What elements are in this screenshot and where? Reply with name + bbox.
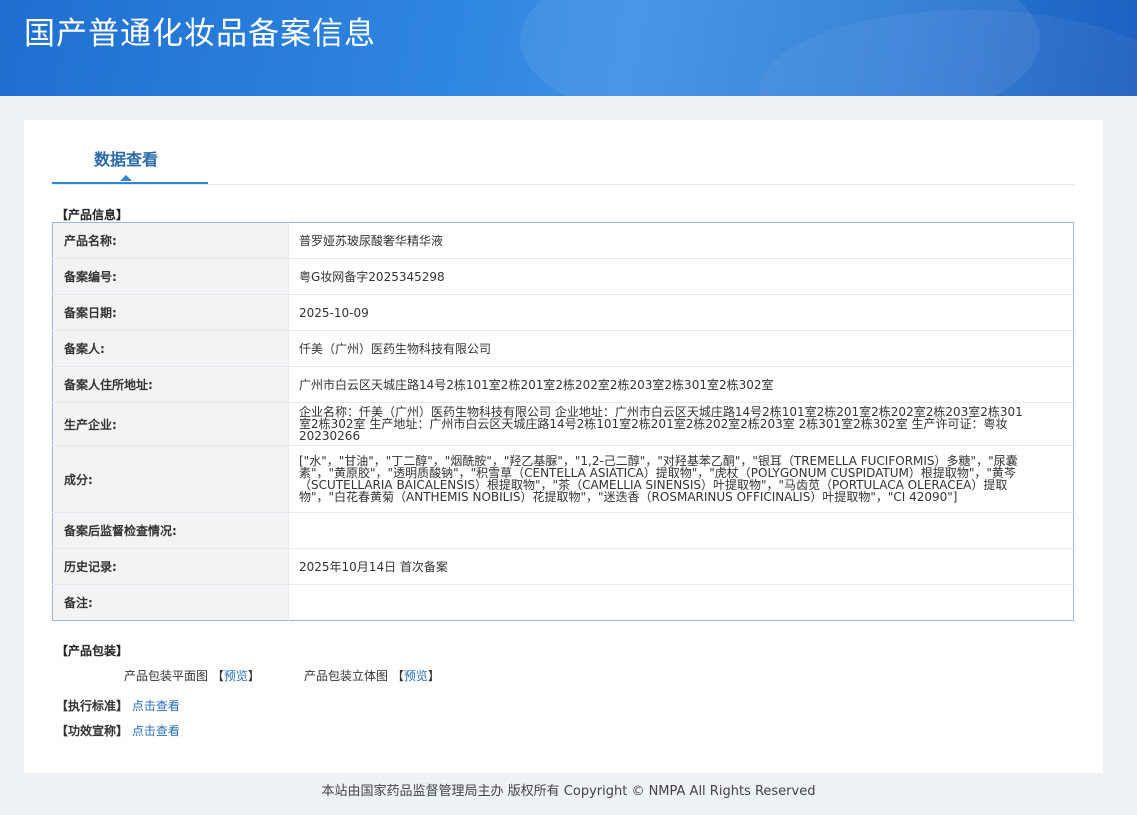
bracket-close: 】 [427, 669, 440, 683]
tab-data-view[interactable]: 数据查看 [52, 120, 208, 184]
package-solid-item: 产品包装立体图 【预览】 [304, 667, 440, 684]
bracket-close: 】 [247, 669, 260, 683]
field-label: 产品名称: [52, 222, 289, 259]
product-info-table: 产品名称: 普罗娅苏玻尿酸奢华精华液 备案编号: 粤G妆网备字202534529… [52, 222, 1074, 621]
table-row: 备案日期: 2025-10-09 [52, 294, 1074, 331]
table-row: 备案后监督检查情况: [52, 512, 1074, 549]
field-label: 成分: [52, 445, 289, 513]
efficacy-row: 【功效宣称】 点击查看 [56, 722, 180, 739]
product-info-section-title: 【产品信息】 [56, 208, 129, 222]
efficacy-label: 【功效宣称】 [56, 724, 129, 738]
bracket-open: 【 [211, 669, 224, 683]
field-value: 粤G妆网备字2025345298 [288, 258, 1074, 295]
active-tab-caret-icon [120, 175, 132, 181]
page-title: 国产普通化妆品备案信息 [24, 16, 376, 52]
standard-view-link[interactable]: 点击查看 [132, 699, 180, 713]
table-row: 生产企业: 企业名称：仟美（广州）医药生物科技有限公司 企业地址：广州市白云区天… [52, 402, 1074, 446]
field-value: 广州市白云区天城庄路14号2栋101室2栋201室2栋202室2栋203室2栋3… [288, 366, 1074, 403]
content-panel: 数据查看 【产品信息】 产品名称: 普罗娅苏玻尿酸奢华精华液 备案编号: 粤G妆… [24, 120, 1103, 773]
table-row: 备案人住所地址: 广州市白云区天城庄路14号2栋101室2栋201室2栋202室… [52, 366, 1074, 403]
table-row: 备注: [52, 584, 1074, 621]
field-label: 备注: [52, 584, 289, 621]
table-row: 备案编号: 粤G妆网备字2025345298 [52, 258, 1074, 295]
header-banner: 国产普通化妆品备案信息 [0, 0, 1137, 96]
package-flat-item: 产品包装平面图 【预览】 [124, 667, 260, 684]
tab-label: 数据查看 [94, 150, 159, 169]
table-row: 成分: ["水"，"甘油"，"丁二醇"，"烟酰胺"，"羟乙基脲"，"1,2-己二… [52, 445, 1074, 513]
package-flat-preview-link[interactable]: 预览 [224, 669, 248, 683]
standard-label: 【执行标准】 [56, 699, 129, 713]
field-value [288, 512, 1074, 549]
field-value [289, 585, 1074, 621]
standard-row: 【执行标准】 点击查看 [56, 697, 180, 714]
field-value: 仟美（广州）医药生物科技有限公司 [288, 330, 1074, 367]
field-label: 备案人住所地址: [52, 366, 289, 403]
bracket-open: 【 [391, 669, 404, 683]
field-label: 备案后监督检查情况: [52, 512, 289, 549]
table-row: 历史记录: 2025年10月14日 首次备案 [52, 548, 1074, 585]
field-value: 2025年10月14日 首次备案 [288, 548, 1074, 585]
field-value: 企业名称：仟美（广州）医药生物科技有限公司 企业地址：广州市白云区天城庄路14号… [288, 402, 1074, 446]
tab-bar: 数据查看 [52, 120, 1074, 185]
field-label: 生产企业: [52, 402, 289, 446]
field-label: 备案日期: [52, 294, 289, 331]
package-solid-label: 产品包装立体图 [304, 669, 389, 683]
package-flat-label: 产品包装平面图 [124, 669, 209, 683]
packaging-section-title: 【产品包装】 [56, 644, 129, 658]
package-solid-preview-link[interactable]: 预览 [404, 669, 428, 683]
field-label: 历史记录: [52, 548, 289, 585]
table-row: 备案人: 仟美（广州）医药生物科技有限公司 [52, 330, 1074, 367]
field-value: 普罗娅苏玻尿酸奢华精华液 [288, 222, 1074, 259]
field-value: ["水"，"甘油"，"丁二醇"，"烟酰胺"，"羟乙基脲"，"1,2-己二醇"，"… [288, 445, 1074, 513]
efficacy-view-link[interactable]: 点击查看 [132, 724, 180, 738]
footer-copyright: 本站由国家药品监督管理局主办 版权所有 Copyright © NMPA All… [321, 784, 816, 799]
field-label: 备案人: [52, 330, 289, 367]
field-value: 2025-10-09 [288, 294, 1074, 331]
table-row: 产品名称: 普罗娅苏玻尿酸奢华精华液 [52, 222, 1074, 259]
field-label: 备案编号: [52, 258, 289, 295]
